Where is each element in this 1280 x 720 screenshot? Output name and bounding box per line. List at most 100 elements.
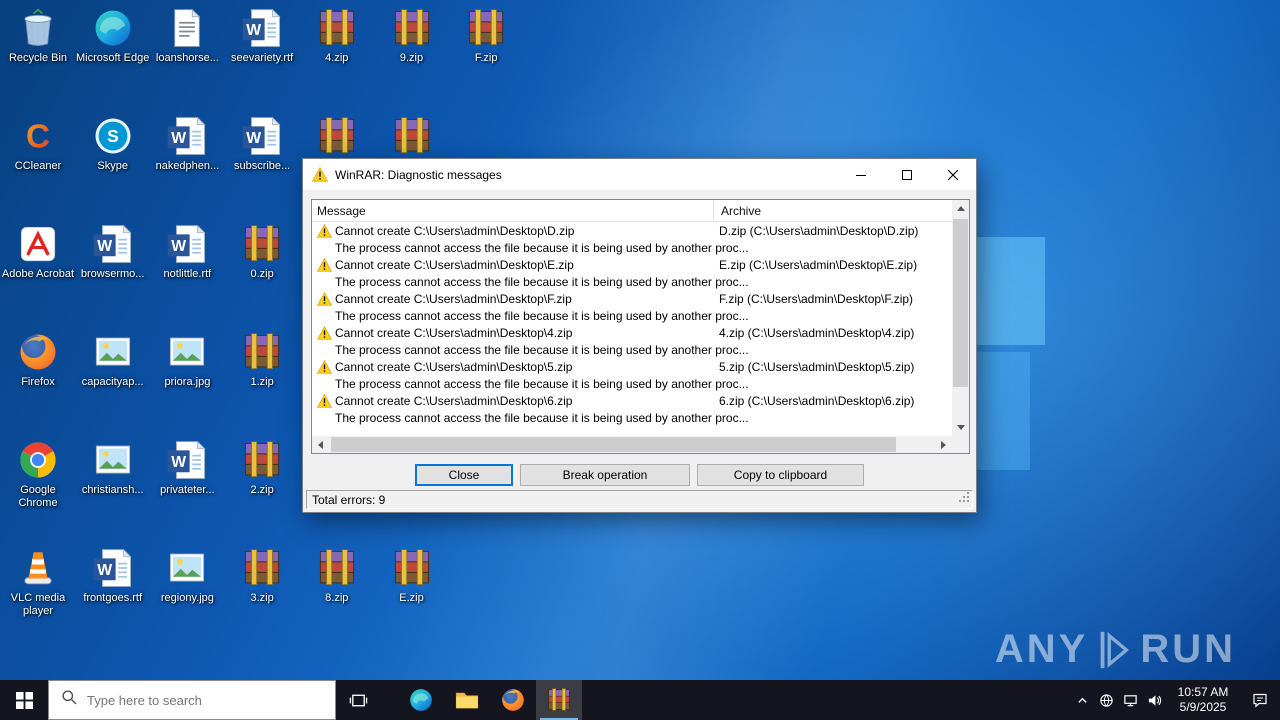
dialog-buttons: Close Break operation Copy to clipboard	[303, 464, 976, 486]
error-message: Cannot create C:\Users\admin\Desktop\D.z…	[335, 224, 575, 238]
desktop-icon-label: Microsoft Edge	[76, 52, 150, 64]
desktop-icon-firefox[interactable]: Firefox	[1, 330, 76, 389]
copy-to-clipboard-button[interactable]: Copy to clipboard	[697, 464, 864, 486]
error-row[interactable]: Cannot create C:\Users\admin\Desktop\5.z…	[312, 359, 952, 376]
taskbar-clock[interactable]: 10:57 AM 5/9/2025	[1166, 685, 1240, 715]
error-detail-row[interactable]: The process cannot access the file becau…	[312, 342, 952, 359]
action-center-button[interactable]	[1240, 680, 1280, 720]
close-button[interactable]: Close	[415, 464, 513, 486]
desktop-icon-label: privateter...	[160, 484, 215, 496]
desktop-icon-browsermo[interactable]: Wbrowsermo...	[75, 222, 150, 281]
maximize-button[interactable]	[884, 159, 930, 190]
rar-icon	[314, 6, 360, 50]
minimize-button[interactable]	[838, 159, 884, 190]
desktop-icon-label: VLC media player	[10, 592, 66, 617]
desktop-icon-nakedphen[interactable]: Wnakedphen...	[150, 114, 225, 173]
desktop-icon-3-zip[interactable]: 3.zip	[225, 546, 300, 605]
task-view-button[interactable]	[336, 680, 380, 720]
desktop-icon-rar[interactable]	[299, 114, 374, 160]
taskbar-app-firefox[interactable]	[490, 680, 536, 720]
desktop-icon-skype[interactable]: S Skype	[75, 114, 150, 173]
taskbar-app-explorer[interactable]	[444, 680, 490, 720]
scroll-down-button[interactable]	[952, 419, 969, 436]
rar-icon	[389, 546, 435, 590]
desktop-icon-frontgoes-rtf[interactable]: Wfrontgoes.rtf	[75, 546, 150, 605]
explorer-icon	[454, 687, 480, 713]
scroll-left-button[interactable]	[312, 436, 329, 453]
desktop-icon-regiony-jpg[interactable]: regiony.jpg	[150, 546, 225, 605]
svg-text:W: W	[172, 130, 187, 147]
error-row[interactable]: Cannot create C:\Users\admin\Desktop\D.z…	[312, 223, 952, 240]
column-header-archive[interactable]: Archive	[713, 200, 761, 222]
rar-icon	[239, 330, 285, 374]
error-row[interactable]: Cannot create C:\Users\admin\Desktop\F.z…	[312, 291, 952, 308]
desktop-icon-9-zip[interactable]: 9.zip	[374, 6, 449, 65]
network-icon[interactable]	[1094, 680, 1118, 720]
desktop-icon-0-zip[interactable]: 0.zip	[225, 222, 300, 281]
error-archive: E.zip (C:\Users\admin\Desktop\E.zip)	[719, 258, 918, 272]
vertical-scroll-thumb[interactable]	[953, 219, 968, 387]
desktop-icon-adobe-acrobat[interactable]: Adobe Acrobat	[1, 222, 76, 281]
desktop-icon-e-zip[interactable]: E.zip	[374, 546, 449, 605]
scroll-up-button[interactable]	[952, 200, 969, 217]
error-row[interactable]: Cannot create C:\Users\admin\Desktop\6.z…	[312, 393, 952, 410]
desktop-icon-christiansh[interactable]: christiansh...	[75, 438, 150, 497]
error-detail-row[interactable]: The process cannot access the file becau…	[312, 376, 952, 393]
error-detail-row[interactable]: The process cannot access the file becau…	[312, 274, 952, 291]
desktop-icon-8-zip[interactable]: 8.zip	[299, 546, 374, 605]
desktop-icon-microsoft-edge[interactable]: Microsoft Edge	[75, 6, 150, 65]
scroll-right-button[interactable]	[935, 436, 952, 453]
error-detail-row[interactable]: The process cannot access the file becau…	[312, 410, 952, 427]
error-row[interactable]: Cannot create C:\Users\admin\Desktop\E.z…	[312, 257, 952, 274]
word-icon: W	[239, 6, 285, 50]
svg-text:W: W	[97, 238, 112, 255]
image-icon	[90, 438, 136, 482]
taskbar-search[interactable]	[48, 680, 336, 720]
desktop-icon-label: Recycle Bin	[8, 52, 68, 64]
show-hidden-icons-button[interactable]	[1070, 680, 1094, 720]
system-tray: 10:57 AM 5/9/2025	[1070, 680, 1280, 720]
dialog-titlebar[interactable]: WinRAR: Diagnostic messages	[303, 159, 976, 190]
desktop-icon-label: 2.zip	[250, 484, 274, 496]
taskbar-app-winrar[interactable]	[536, 680, 582, 720]
desktop-icon-priora-jpg[interactable]: priora.jpg	[150, 330, 225, 389]
volume-icon[interactable]	[1142, 680, 1166, 720]
close-window-button[interactable]	[930, 159, 976, 190]
error-detail-row[interactable]: The process cannot access the file becau…	[312, 240, 952, 257]
horizontal-scroll-thumb[interactable]	[331, 437, 896, 452]
acrobat-icon	[15, 222, 61, 266]
desktop-icon-label: Google Chrome	[18, 484, 58, 509]
vlc-icon	[15, 546, 61, 590]
error-archive: 4.zip (C:\Users\admin\Desktop\4.zip)	[719, 326, 915, 340]
desktop-icon-f-zip[interactable]: F.zip	[449, 6, 524, 65]
search-input[interactable]	[87, 692, 287, 708]
desktop-icon-capacityap[interactable]: capacityap...	[75, 330, 150, 389]
desktop-icon-1-zip[interactable]: 1.zip	[225, 330, 300, 389]
desktop-icon-vlc-media-player[interactable]: VLC media player	[1, 546, 76, 618]
taskbar-app-edge[interactable]	[398, 680, 444, 720]
desktop-icon-2-zip[interactable]: 2.zip	[225, 438, 300, 497]
column-header-message[interactable]: Message	[317, 200, 366, 222]
desktop-icon-seevariety-rtf[interactable]: Wseevariety.rtf	[225, 6, 300, 65]
horizontal-scrollbar[interactable]	[312, 436, 952, 453]
dialog-title: WinRAR: Diagnostic messages	[335, 167, 502, 182]
desktop-icon-4-zip[interactable]: 4.zip	[299, 6, 374, 65]
vertical-scrollbar[interactable]	[952, 200, 969, 436]
error-detail-row[interactable]: The process cannot access the file becau…	[312, 308, 952, 325]
desktop-icon-label: christiansh...	[81, 484, 144, 496]
desktop-icon-label: 1.zip	[250, 376, 274, 388]
desktop-icon-notlittle-rtf[interactable]: Wnotlittle.rtf	[150, 222, 225, 281]
error-row[interactable]: Cannot create C:\Users\admin\Desktop\4.z…	[312, 325, 952, 342]
break-operation-button[interactable]: Break operation	[520, 464, 690, 486]
desktop-icon-ccleaner[interactable]: C CCleaner	[1, 114, 76, 173]
desktop-icon-rar[interactable]	[374, 114, 449, 160]
desktop-icon-recycle-bin[interactable]: Recycle Bin	[1, 6, 76, 65]
desktop-icon-privateter[interactable]: Wprivateter...	[150, 438, 225, 497]
image-icon	[90, 330, 136, 374]
start-button[interactable]	[0, 680, 48, 720]
desktop-icon-subscribe[interactable]: Wsubscribe...	[225, 114, 300, 173]
desktop-icon-google-chrome[interactable]: Google Chrome	[1, 438, 76, 510]
ethernet-icon[interactable]	[1118, 680, 1142, 720]
resize-grip[interactable]	[958, 491, 971, 507]
desktop-icon-loanshorse[interactable]: loanshorse...	[150, 6, 225, 65]
